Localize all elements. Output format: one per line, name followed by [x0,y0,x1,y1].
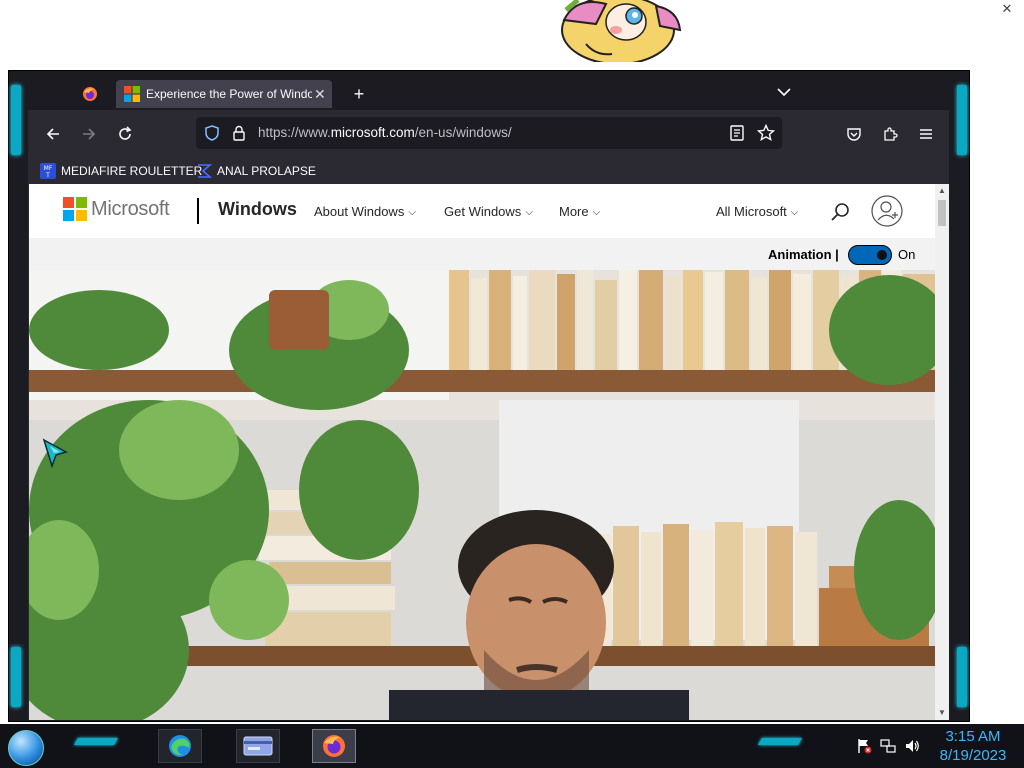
volume-icon[interactable] [904,738,920,754]
navigation-toolbar: https://www.microsoft.com/en-us/windows/ [28,110,949,158]
chevron-down-icon: ⌵ [408,207,416,218]
frame-bolt-br [957,647,967,707]
nav-about-windows[interactable]: About Windows ⌵ [314,204,416,219]
microsoft-logo-icon[interactable] [63,197,87,221]
taskbar-decoration [757,738,803,745]
microsoft-brand-text[interactable]: Microsoft [91,198,170,221]
clock-date: 8/19/2023 [939,747,1007,764]
scroll-up-arrow-icon[interactable]: ▲ [935,184,949,198]
mascot-image [561,0,682,62]
toggle-knob [877,250,887,260]
back-arrow-icon [46,128,59,140]
header-divider [197,198,199,224]
animation-state: On [898,247,916,262]
chevron-down-icon: ⌵ [790,207,799,218]
extensions-button[interactable] [878,122,902,146]
search-icon[interactable] [830,202,850,222]
tab-firefox-view[interactable] [72,80,108,108]
taskbar-firefox[interactable] [312,729,356,763]
nav-get-windows[interactable]: Get Windows ⌵ [444,204,533,219]
bookmark-label: MEDIAFIRE ROULETTER [61,164,203,178]
mouse-cursor-icon [42,438,68,468]
hero-photo-man-with-bookshelf [29,270,935,720]
taskbar-card-app[interactable] [236,729,280,763]
pocket-icon [847,128,861,141]
bookmark-sigma[interactable]: ANAL PROLAPSE [196,161,316,181]
desktop-close-icon[interactable]: ✕ [1000,2,1014,16]
reload-icon [119,126,132,140]
url-text[interactable]: https://www.microsoft.com/en-us/windows/ [258,117,512,149]
tracking-shield-icon[interactable] [204,125,220,141]
url-prefix: https://www. [258,125,331,140]
nav-label: More [559,204,589,219]
taskbar-edge[interactable] [158,729,202,763]
pocket-button[interactable] [842,122,866,146]
frame-bolt-tl [11,85,21,155]
chevron-down-icon: ⌵ [592,207,601,218]
nav-label: About Windows [314,204,405,219]
scrollbar-thumb[interactable] [938,200,946,226]
start-button[interactable] [8,730,44,766]
animation-bar: Animation | On [29,238,935,270]
bookmark-label: ANAL PROLAPSE [217,164,316,178]
firefox-icon [323,735,345,757]
mediafire-icon: MF T [40,163,56,179]
site-header: Microsoft Windows About Windows ⌵ Get Win… [29,184,935,238]
tab-title: Experience the Power of Windows [146,87,312,101]
url-domain: microsoft.com [330,125,415,140]
puzzle-extensions-icon [884,127,898,141]
url-path: /en-us/windows/ [414,125,512,140]
edge-icon [169,735,191,757]
tab-bar: Experience the Power of Windows ✕ + [28,76,949,110]
tab-list-chevron-icon[interactable] [776,84,792,100]
firefox-window: Experience the Power of Windows ✕ + http… [28,76,949,720]
account-avatar-icon[interactable] [871,195,903,227]
system-tray [856,736,920,756]
nav-label: All Microsoft [716,204,787,219]
nav-all-microsoft[interactable]: All Microsoft ⌵ [716,204,798,219]
tab-microsoft-windows[interactable]: Experience the Power of Windows ✕ [116,80,332,108]
nav-more[interactable]: More ⌵ [559,204,600,219]
reload-button[interactable] [113,122,137,146]
tab-close-icon[interactable]: ✕ [314,86,326,103]
page-scrollbar[interactable]: ▲ ▼ [935,184,949,720]
network-icon[interactable] [880,738,896,754]
svg-text:T: T [45,172,50,179]
taskbar-decoration [73,738,119,745]
card-icon [243,736,273,756]
hamburger-menu-icon [920,129,932,139]
svg-text:MF: MF [44,165,53,172]
clock-time: 3:15 AM [945,728,1001,745]
firefox-icon [83,87,97,101]
bookmark-mediafire[interactable]: MF T MEDIAFIRE ROULETTER [40,161,202,181]
taskbar-clock[interactable]: 3:15 AM 8/19/2023 [928,727,1018,765]
bookmarks-toolbar: MF T MEDIAFIRE ROULETTER ANAL PROLAPSE [28,158,949,184]
microsoft-favicon [124,86,140,102]
back-button[interactable] [41,122,65,146]
action-center-flag-icon[interactable] [856,738,872,754]
reader-view-icon[interactable] [730,125,744,141]
sigma-icon [198,164,212,178]
lock-icon[interactable] [232,125,246,141]
forward-arrow-icon [83,128,96,140]
windows-product-title[interactable]: Windows [218,199,297,220]
frame-bolt-bl [11,647,21,707]
taskbar: 3:15 AM 8/19/2023 [0,724,1024,768]
forward-button[interactable] [77,122,101,146]
animation-toggle[interactable] [848,245,892,265]
animation-label: Animation | [768,247,839,262]
web-page: Microsoft Windows About Windows ⌵ Get Win… [29,184,935,720]
new-tab-button[interactable]: + [346,80,372,108]
nav-label: Get Windows [444,204,522,219]
scroll-down-arrow-icon[interactable]: ▼ [935,706,949,720]
url-bar[interactable]: https://www.microsoft.com/en-us/windows/ [196,117,782,149]
bookmark-star-icon[interactable] [757,124,775,142]
frame-bolt-tr [957,85,967,155]
chevron-down-icon: ⌵ [525,207,533,218]
app-menu-button[interactable] [914,122,938,146]
